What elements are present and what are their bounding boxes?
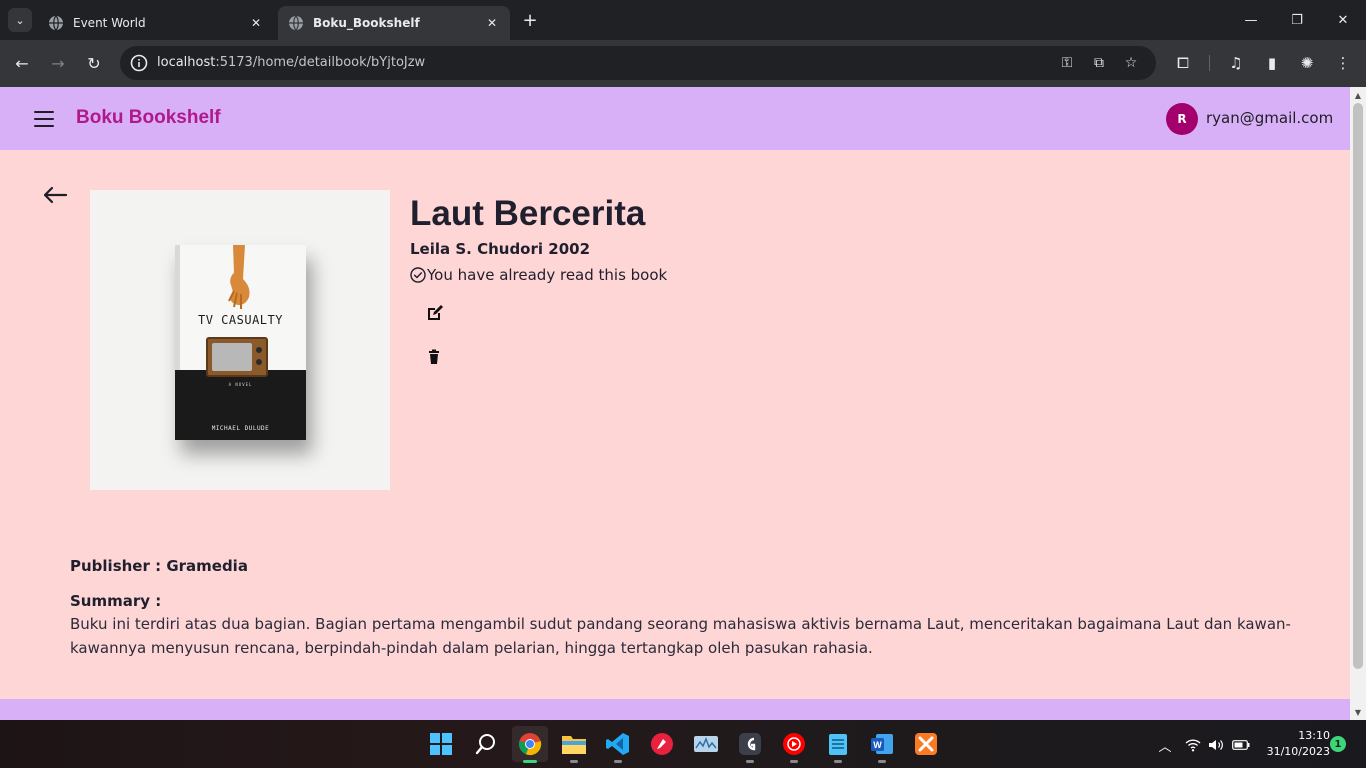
windows-start-icon[interactable] [423, 726, 459, 762]
clock-date[interactable]: 31/10/2023 [1258, 745, 1330, 758]
summary-text: Buku ini terdiri atas dua bagian. Bagian… [70, 615, 1291, 657]
cover-subtitle: A NOVEL [228, 382, 253, 387]
chevron-up-icon[interactable]: ︿ [1156, 736, 1174, 755]
back-arrow-icon[interactable] [42, 185, 68, 205]
read-status: You have already read this book [410, 266, 667, 284]
tab-event-world[interactable]: Event World ✕ [38, 6, 274, 40]
reload-icon[interactable]: ↻ [82, 51, 106, 75]
scroll-down-icon[interactable]: ▼ [1350, 704, 1366, 720]
tv-illustration [206, 337, 268, 377]
page-viewport: Boku Bookshelf R ryan@gmail.com TV CASUA… [0, 87, 1366, 720]
translate-icon[interactable]: ⧉ [1090, 54, 1108, 72]
read-status-text: You have already read this book [427, 266, 668, 284]
hand-illustration [228, 245, 250, 309]
book-title: Laut Bercerita [410, 194, 646, 233]
address-bar[interactable]: localhost:5173/home/detailbook/bYjtoJzw … [120, 46, 1156, 80]
edit-icon[interactable] [424, 303, 444, 323]
cover-title: TV CASUALTY [198, 313, 283, 327]
tab-title: Boku_Bookshelf [313, 16, 420, 30]
cover-author: MICHAEL DULUDE [211, 425, 270, 432]
menu-icon[interactable]: ⋮ [1332, 52, 1354, 74]
volume-icon[interactable] [1207, 736, 1225, 754]
url-path: :5173/home/detailbook/bYjtoJzw [215, 55, 426, 70]
scroll-thumb[interactable] [1353, 103, 1363, 669]
hamburger-menu-icon[interactable] [34, 111, 54, 127]
side-panel-icon[interactable]: ▮ [1261, 52, 1283, 74]
clock-time[interactable]: 13:10 [1290, 729, 1330, 742]
summary-label: Summary : [70, 592, 162, 610]
globe-icon [49, 15, 63, 31]
user-email[interactable]: ryan@gmail.com [1206, 109, 1333, 127]
extensions-icon[interactable]: ⧠ [1172, 52, 1194, 74]
star-icon[interactable]: ☆ [1122, 54, 1140, 72]
tab-title: Event World [73, 16, 146, 30]
toolbar-divider [1209, 55, 1210, 71]
media-control-icon[interactable]: ♫ [1225, 52, 1247, 74]
profile-icon[interactable]: ✺ [1296, 52, 1318, 74]
scroll-up-icon[interactable]: ▲ [1350, 87, 1366, 103]
close-window-icon[interactable]: ✕ [1328, 8, 1358, 32]
trash-icon[interactable] [424, 347, 444, 367]
book-cover-image: TV CASUALTY A NOVEL MICHAEL DULUDE [175, 245, 306, 440]
globe-icon [289, 15, 303, 31]
chrome-icon[interactable] [512, 726, 548, 763]
back-icon[interactable]: ← [10, 51, 34, 75]
minimize-icon[interactable]: — [1236, 8, 1266, 32]
scrollbar[interactable]: ▲ ▼ [1350, 87, 1366, 720]
search-icon[interactable] [468, 726, 504, 762]
close-icon[interactable]: ✕ [484, 15, 500, 31]
publisher: Publisher : Gramedia [70, 557, 248, 575]
browser-tab-bar: ⌄ Event World ✕ Boku_Bookshelf ✕ + — ❐ ✕ [0, 0, 1366, 40]
close-icon[interactable]: ✕ [248, 15, 264, 31]
notepad-icon[interactable] [820, 726, 856, 763]
brand-title[interactable]: Boku Bookshelf [76, 107, 221, 129]
forward-icon[interactable]: → [46, 51, 70, 75]
git-tool-icon[interactable] [644, 726, 680, 762]
book-cover: TV CASUALTY A NOVEL MICHAEL DULUDE [90, 190, 390, 490]
browser-toolbar: ← → ↻ localhost:5173/home/detailbook/bYj… [0, 40, 1366, 87]
key-icon[interactable]: ⚿ [1058, 54, 1076, 72]
url-text: localhost:5173/home/detailbook/bYjtoJzw [157, 55, 425, 70]
xampp-icon[interactable] [908, 726, 944, 762]
book-author-year: Leila S. Chudori 2002 [410, 240, 590, 258]
vscode-icon[interactable] [600, 726, 636, 763]
file-explorer-icon[interactable] [556, 726, 592, 763]
battery-icon[interactable] [1232, 736, 1250, 754]
tab-search-button[interactable]: ⌄ [8, 8, 32, 32]
youtube-music-icon[interactable] [776, 726, 812, 763]
notification-badge[interactable]: 1 [1330, 736, 1346, 752]
new-tab-button[interactable]: + [520, 10, 540, 31]
wifi-icon[interactable] [1184, 736, 1202, 754]
svg-text:W: W [873, 740, 882, 750]
site-info-icon[interactable] [130, 54, 148, 72]
tab-boku-bookshelf[interactable]: Boku_Bookshelf ✕ [278, 6, 510, 40]
check-circle-icon [410, 267, 426, 283]
restore-icon[interactable]: ❐ [1282, 8, 1312, 32]
url-host: localhost [157, 55, 216, 70]
app-footer [0, 699, 1350, 720]
github-desktop-icon[interactable] [732, 726, 768, 763]
monitor-icon[interactable] [688, 726, 724, 762]
word-icon[interactable]: W [864, 726, 900, 763]
app-header: Boku Bookshelf R ryan@gmail.com [0, 87, 1350, 150]
avatar[interactable]: R [1166, 103, 1198, 135]
